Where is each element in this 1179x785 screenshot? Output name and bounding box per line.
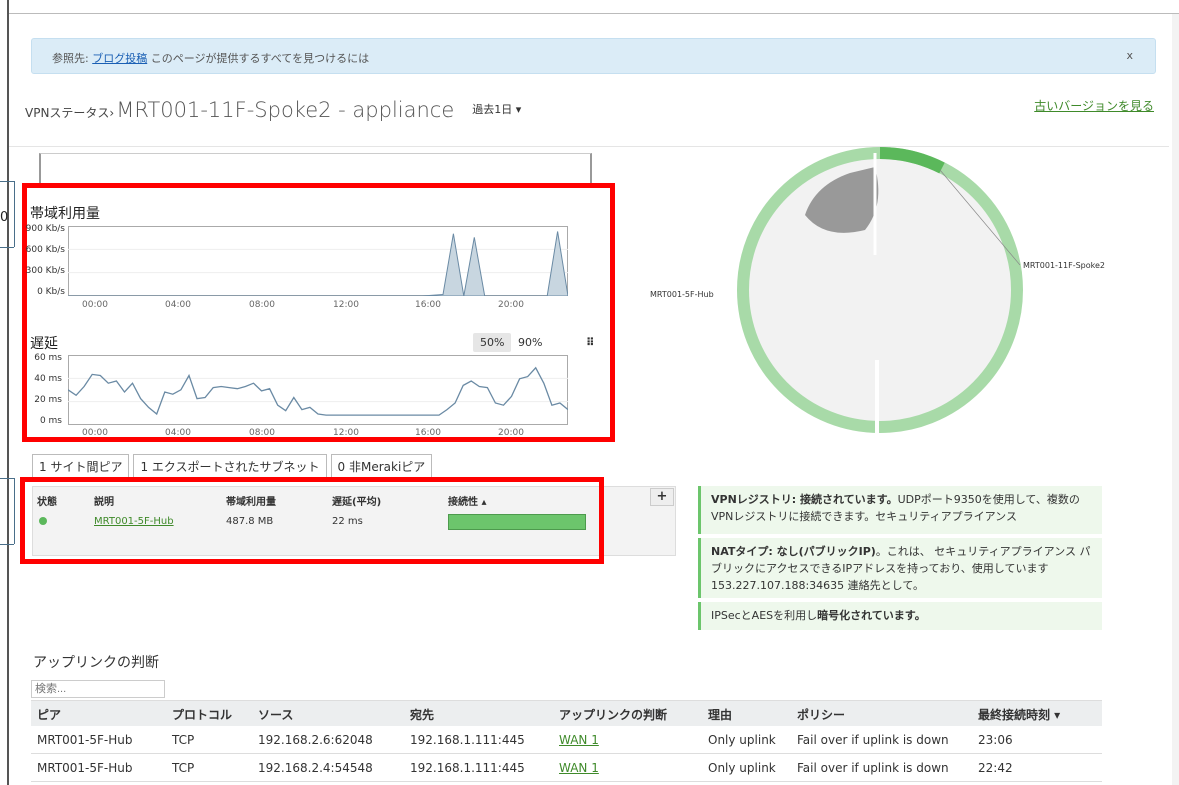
cell-destination: 192.168.1.111:445 [410, 761, 525, 775]
lat-xtick: 20:00 [498, 428, 524, 438]
period-dropdown[interactable]: 過去1日 ▾ [472, 101, 521, 117]
bw-xtick: 12:00 [333, 300, 359, 310]
lat-xtick: 16:00 [415, 428, 441, 438]
top-panel-box [39, 153, 592, 187]
bw-xtick: 04:00 [165, 300, 191, 310]
latency-chart [68, 355, 568, 425]
breadcrumb[interactable]: VPNステータス› [25, 104, 114, 121]
old-version-link[interactable]: 古いバージョンを見る [1034, 97, 1154, 114]
col-policy[interactable]: ポリシー [797, 706, 845, 723]
cell-policy: Fail over if uplink is down [797, 761, 949, 775]
lat-xtick: 08:00 [249, 428, 275, 438]
chart-frame [68, 226, 568, 296]
lat-xtick: 00:00 [82, 428, 108, 438]
bw-ytick: 0 Kb/s [37, 287, 65, 297]
cell-protocol: TCP [172, 733, 195, 747]
cell-last-connected: 23:06 [978, 733, 1013, 747]
tab-site-peers[interactable]: 1 サイト間ピア [32, 454, 130, 479]
lat-ytick: 40 ms [34, 374, 62, 384]
cell-protocol: TCP [172, 761, 195, 775]
cell-reason: Only uplink [708, 761, 776, 775]
lat-ytick: 0 ms [39, 416, 62, 426]
annotation-line [14, 181, 15, 247]
bw-ytick: 900 Kb/s [25, 224, 65, 234]
row-divider [31, 781, 1102, 782]
latency-label: 遅延 [30, 336, 58, 352]
banner-text: このページが提供するすべてを見つけるには [150, 52, 370, 65]
window-top-edge [9, 0, 1179, 14]
close-icon[interactable]: x [1126, 49, 1133, 62]
bw-ytick: 300 Kb/s [25, 266, 65, 276]
ipsec-text: IPSecとAESを利用し [711, 609, 818, 622]
peer-tabs: 1 サイト間ピア 1 エクスポートされたサブネット 0 非Merakiピア [32, 454, 433, 479]
cell-peer: MRT001-5F-Hub [37, 733, 133, 747]
bw-xtick: 16:00 [415, 300, 441, 310]
col-peer[interactable]: ピア [37, 706, 61, 723]
annotation-line [0, 181, 14, 182]
col-reason[interactable]: 理由 [708, 706, 732, 723]
banner-prefix: 参照先: [52, 52, 89, 65]
nat-type-info: NATタイプ: なし(パブリックIP)。これは、 セキュリティアプライアンス パ… [698, 538, 1102, 598]
nat-status: NATタイプ: なし(パブリックIP) [711, 545, 876, 558]
page-header: VPNステータス› MRT001-11F-Spoke2 - appliance … [25, 98, 521, 122]
page-title: MRT001-11F-Spoke2 - appliance [116, 98, 455, 122]
cell-source: 192.168.2.4:54548 [258, 761, 373, 775]
add-column-button[interactable]: + [650, 488, 674, 506]
window-left-edge [0, 0, 9, 785]
bw-xtick: 08:00 [249, 300, 275, 310]
bandwidth-label: 帯域利用量 [30, 206, 100, 222]
cell-peer: MRT001-5F-Hub [37, 761, 133, 775]
lat-ytick: 20 ms [34, 395, 62, 405]
donut-center [748, 158, 1012, 422]
col-uplink-decision[interactable]: アップリンクの判断 [559, 706, 667, 723]
uplink-search-input[interactable] [31, 680, 165, 698]
grid-icon[interactable]: ⠿ [586, 336, 595, 349]
cell-policy: Fail over if uplink is down [797, 733, 949, 747]
uplink-section-title: アップリンクの判断 [33, 655, 159, 671]
col-source[interactable]: ソース [258, 706, 293, 723]
hub-label: MRT001-5F-Hub [650, 290, 714, 299]
annotation-number: 0 [0, 210, 9, 225]
bw-ytick: 600 Kb/s [25, 245, 65, 255]
row-divider [31, 753, 1102, 754]
col-last-connected[interactable]: 最終接続時刻 ▾ [978, 706, 1060, 723]
tab-exported-subnets[interactable]: 1 エクスポートされたサブネット [133, 454, 327, 479]
blog-post-link[interactable]: ブログ投稿 [92, 52, 147, 65]
percentile-90-button[interactable]: 90% [511, 333, 549, 352]
bw-xtick: 00:00 [82, 300, 108, 310]
encryption-info: IPSecとAESを利用し暗号化されています。 [698, 602, 1102, 630]
tab-non-meraki-peers[interactable]: 0 非Merakiピア [330, 454, 433, 479]
bw-xtick: 20:00 [498, 300, 524, 310]
wan-link[interactable]: WAN 1 [559, 733, 599, 747]
cell-reason: Only uplink [708, 733, 776, 747]
info-banner: 参照先: ブログ投稿 このページが提供するすべてを見つけるには x [31, 38, 1156, 74]
col-destination[interactable]: 宛先 [410, 706, 434, 723]
ipsec-status: 暗号化されています。 [817, 609, 926, 622]
annotation-line [0, 544, 14, 545]
registry-status: VPNレジストリ: 接続されています。 [711, 493, 898, 506]
annotation-line [14, 478, 15, 544]
cell-source: 192.168.2.6:62048 [258, 733, 373, 747]
wan-link[interactable]: WAN 1 [559, 761, 599, 775]
scrollbar[interactable] [1172, 14, 1179, 785]
spoke-label: MRT001-11F-Spoke2 [1023, 261, 1105, 270]
percentile-50-button[interactable]: 50% [473, 333, 512, 352]
lat-ytick: 60 ms [34, 353, 62, 363]
annotation-line [0, 478, 14, 479]
bandwidth-chart [68, 226, 568, 296]
vpn-donut-chart [737, 147, 1023, 435]
lat-xtick: 04:00 [165, 428, 191, 438]
vpn-registry-info: VPNレジストリ: 接続されています。UDPポート9350を使用して、複数のVP… [698, 486, 1102, 534]
cell-destination: 192.168.1.111:445 [410, 733, 525, 747]
col-protocol[interactable]: プロトコル [172, 706, 232, 723]
lat-xtick: 12:00 [333, 428, 359, 438]
annotation-line [0, 247, 14, 248]
cell-last-connected: 22:42 [978, 761, 1013, 775]
highlight-box-peers [20, 477, 604, 564]
